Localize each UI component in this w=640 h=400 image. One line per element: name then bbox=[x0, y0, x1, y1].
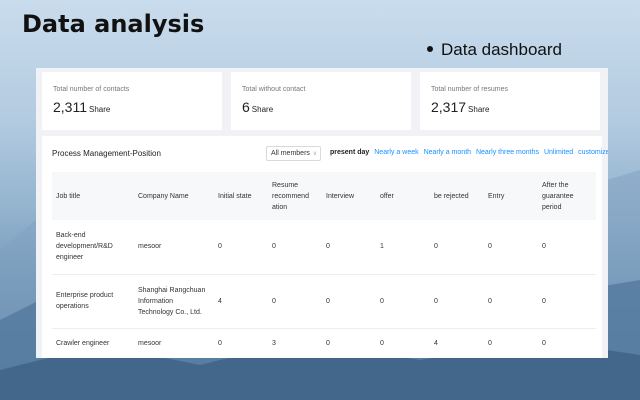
cell-entry: 0 bbox=[484, 274, 538, 329]
col-entry: Entry bbox=[484, 172, 538, 220]
section-title: Process Management-Position bbox=[52, 149, 161, 158]
filter-present-day[interactable]: present day bbox=[330, 149, 369, 156]
stats-cards: Total number of contacts 2,311 Share Tota… bbox=[42, 72, 602, 130]
page-subtitle: Data dashboard bbox=[427, 40, 562, 60]
process-table: Job title Company Name Initial state Res… bbox=[52, 172, 596, 358]
cell-resume-recommendation: 0 bbox=[268, 220, 322, 275]
stat-unit: Share bbox=[89, 105, 111, 114]
table-row[interactable]: Back-end development/R&D engineer mesoor… bbox=[52, 220, 596, 275]
col-job-title: Job title bbox=[52, 172, 134, 220]
cell-offer: 0 bbox=[376, 274, 430, 329]
cell-interview: 0 bbox=[322, 328, 376, 358]
cell-interview: 0 bbox=[322, 274, 376, 329]
stat-label: Total number of contacts bbox=[53, 86, 130, 93]
cell-job-title: Crawler engineer bbox=[52, 328, 134, 358]
col-interview: Interview bbox=[322, 172, 376, 220]
stat-value-row: 2,311 Share bbox=[53, 99, 211, 115]
stat-label: Total number of resumes bbox=[431, 86, 509, 93]
cell-after-guarantee: 0 bbox=[538, 328, 596, 358]
filter-customize[interactable]: customize bbox=[578, 149, 608, 156]
cell-offer: 1 bbox=[376, 220, 430, 275]
cell-resume-recommendation: 0 bbox=[268, 274, 322, 329]
cell-company: mesoor bbox=[134, 220, 214, 275]
table-row[interactable]: Enterprise product operations Shanghai R… bbox=[52, 274, 596, 329]
cell-entry: 0 bbox=[484, 220, 538, 275]
stat-unit: Share bbox=[468, 105, 490, 114]
member-select-value: All members bbox=[271, 150, 310, 157]
cell-after-guarantee: 0 bbox=[538, 274, 596, 329]
col-after-guarantee: After the guarantee period bbox=[538, 172, 596, 220]
cell-job-title: Back-end development/R&D engineer bbox=[52, 220, 134, 275]
filter-nearly-a-week[interactable]: Nearly a week bbox=[374, 149, 418, 156]
cell-initial-state: 0 bbox=[214, 220, 268, 275]
col-be-rejected: be rejected bbox=[430, 172, 484, 220]
stat-unit: Share bbox=[251, 105, 274, 114]
cell-company: Shanghai Rangchuan Information Technolog… bbox=[134, 274, 214, 329]
col-resume-recommendation: Resume recommend ation bbox=[268, 172, 322, 220]
cell-be-rejected: 0 bbox=[430, 274, 484, 329]
col-company-name: Company Name bbox=[134, 172, 214, 220]
member-select[interactable]: All members ∨ bbox=[266, 146, 321, 161]
process-section: Process Management-Position All members … bbox=[42, 136, 608, 358]
cell-resume-recommendation: 3 bbox=[268, 328, 322, 358]
stat-card-without-contact: Total without contact 6 Share bbox=[231, 72, 411, 130]
cell-initial-state: 0 bbox=[214, 328, 268, 358]
time-filters: present day Nearly a week Nearly a month… bbox=[330, 149, 608, 156]
cell-entry: 0 bbox=[484, 328, 538, 358]
stat-value-row: 6 Share bbox=[242, 99, 400, 115]
bullet-icon bbox=[427, 45, 433, 52]
stat-value: 2,311 bbox=[53, 99, 87, 115]
col-offer: offer bbox=[376, 172, 430, 220]
dashboard-panel: Total number of contacts 2,311 Share Tota… bbox=[36, 68, 608, 358]
page-title: Data analysis bbox=[22, 10, 205, 38]
filter-unlimited[interactable]: Unlimited bbox=[544, 149, 573, 156]
cell-be-rejected: 0 bbox=[430, 220, 484, 275]
cell-interview: 0 bbox=[322, 220, 376, 275]
stat-label: Total without contact bbox=[242, 86, 306, 93]
chevron-down-icon: ∨ bbox=[312, 151, 317, 157]
cell-after-guarantee: 0 bbox=[538, 220, 596, 275]
filter-nearly-a-month[interactable]: Nearly a month bbox=[424, 149, 471, 156]
table-row[interactable]: Crawler engineer mesoor 0 3 0 0 4 0 0 bbox=[52, 328, 596, 358]
stat-value: 6 bbox=[242, 99, 250, 115]
stat-value-row: 2,317 Share bbox=[431, 99, 589, 115]
cell-be-rejected: 4 bbox=[430, 328, 484, 358]
filter-nearly-three-months[interactable]: Nearly three months bbox=[476, 149, 539, 156]
col-initial-state: Initial state bbox=[214, 172, 268, 220]
stat-card-resumes: Total number of resumes 2,317 Share bbox=[420, 72, 600, 130]
cell-offer: 0 bbox=[376, 328, 430, 358]
cell-company: mesoor bbox=[134, 328, 214, 358]
subtitle-text: Data dashboard bbox=[441, 40, 562, 59]
stat-value: 2,317 bbox=[431, 99, 467, 115]
table-header-row: Job title Company Name Initial state Res… bbox=[52, 172, 596, 220]
stat-card-contacts: Total number of contacts 2,311 Share bbox=[42, 72, 222, 130]
cell-job-title: Enterprise product operations bbox=[52, 274, 134, 329]
cell-initial-state: 4 bbox=[214, 274, 268, 329]
